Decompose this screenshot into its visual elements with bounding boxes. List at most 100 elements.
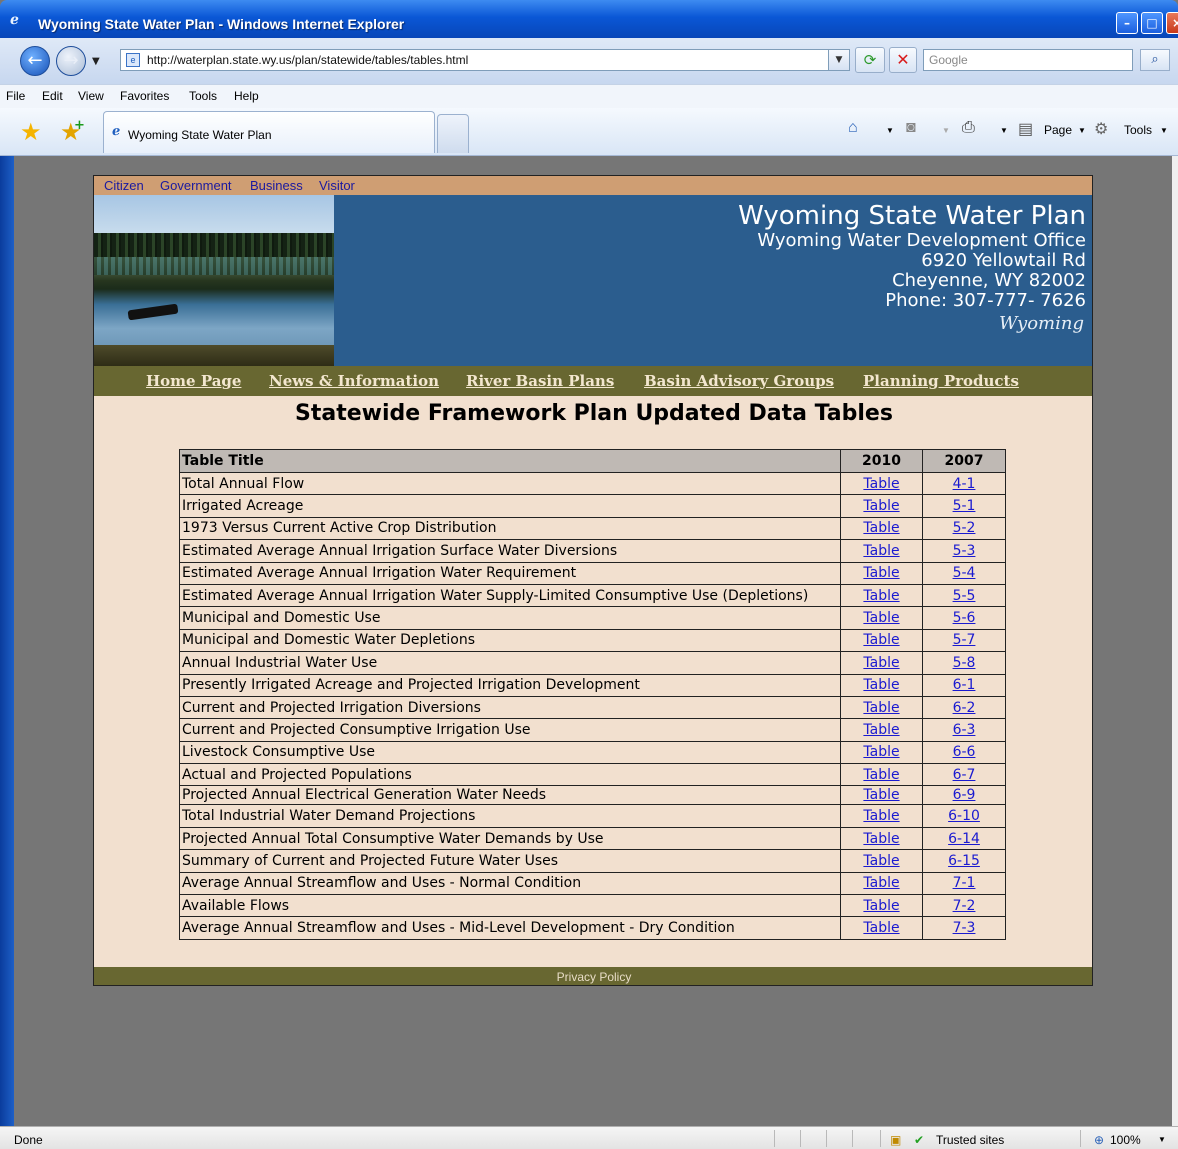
row-link-2010[interactable]: Table [840,651,923,675]
row-link-2007[interactable]: 6-15 [922,849,1006,873]
menu-help[interactable]: Help [234,89,259,103]
row-link-2007[interactable]: 6-3 [922,718,1006,742]
ie-logo-icon: ℯ [10,12,19,28]
row-link-2010[interactable]: Table [840,673,923,697]
menu-view[interactable]: View [78,89,104,103]
row-link-2007[interactable]: 6-9 [922,785,1006,806]
row-link-2007[interactable]: 6-10 [922,804,1006,828]
vertical-scrollbar[interactable] [1172,156,1178,1126]
stop-button[interactable]: ✕ [889,47,917,73]
row-link-2010[interactable]: Table [840,583,923,608]
row-link-2007[interactable]: 5-3 [922,539,1006,563]
row-link-2010[interactable]: Table [840,740,923,765]
zoom-dropdown-icon[interactable]: ▼ [1158,1135,1166,1144]
row-link-2010[interactable]: Table [840,628,923,653]
row-link-2007[interactable]: 5-5 [922,583,1006,608]
feeds-icon[interactable]: ◙ [906,119,916,137]
row-link-2007[interactable]: 6-2 [922,695,1006,720]
row-link-2007[interactable]: 7-1 [922,871,1006,896]
row-link-2010[interactable]: Table [840,718,923,742]
address-text: http://waterplan.state.wy.us/plan/statew… [147,53,469,67]
row-link-2007[interactable]: 5-1 [922,494,1006,518]
nav-citizen[interactable]: Citizen [104,178,144,193]
row-link-2010[interactable]: Table [840,695,923,720]
row-link-2007[interactable]: 5-6 [922,606,1006,630]
row-link-2010[interactable]: Table [840,826,923,851]
row-link-2010[interactable]: Table [840,894,923,918]
table-row: Estimated Average Annual Irrigation Surf… [179,539,1006,563]
row-link-2010[interactable]: Table [840,539,923,563]
row-link-2007[interactable]: 6-7 [922,763,1006,787]
recent-pages-dropdown-icon[interactable]: ▼ [92,56,100,67]
row-link-2010[interactable]: Table [840,471,923,496]
gear-icon[interactable]: ⚙ [1094,119,1108,139]
row-link-2010[interactable]: Table [840,516,923,541]
row-link-2007[interactable]: 6-6 [922,740,1006,765]
forward-button[interactable]: → [56,46,86,76]
row-link-2010[interactable]: Table [840,561,923,585]
nav-business[interactable]: Business [250,178,303,193]
menu-file[interactable]: File [6,89,25,103]
browser-window: ℯ Wyoming State Water Plan - Windows Int… [0,0,1178,1149]
row-link-2007[interactable]: 5-7 [922,628,1006,653]
zoom-level[interactable]: 100% [1110,1133,1141,1147]
row-link-2007[interactable]: 5-4 [922,561,1006,585]
row-link-2010[interactable]: Table [840,763,923,787]
row-link-2010[interactable]: Table [840,871,923,896]
table-row: Total Annual Flow Table 4-1 [179,471,1006,496]
new-tab-button[interactable] [437,114,469,153]
nav-home-page[interactable]: Home Page [146,372,241,390]
page-menu-icon[interactable]: ▤ [1018,119,1033,139]
security-zone[interactable]: Trusted sites [936,1133,1004,1147]
row-link-2007[interactable]: 7-2 [922,894,1006,918]
row-link-2007[interactable]: 7-3 [922,916,1006,940]
privacy-policy-link[interactable]: Privacy Policy [557,970,632,984]
feeds-dropdown-icon[interactable]: ▼ [942,126,950,135]
home-icon[interactable]: ⌂ [848,119,858,137]
row-link-2010[interactable]: Table [840,804,923,828]
row-link-2007[interactable]: 5-2 [922,516,1006,541]
page-dropdown-icon[interactable]: ▼ [1078,126,1086,135]
print-icon[interactable]: ⎙ [962,119,975,137]
nav-planning-products[interactable]: Planning Products [863,372,1019,390]
print-dropdown-icon[interactable]: ▼ [1000,126,1008,135]
row-title: Average Annual Streamflow and Uses - Mid… [179,916,841,940]
row-link-2010[interactable]: Table [840,849,923,873]
table-row: Livestock Consumptive Use Table 6-6 [179,740,1006,765]
row-link-2007[interactable]: 5-8 [922,651,1006,675]
search-input[interactable]: Google [923,49,1133,71]
row-link-2010[interactable]: Table [840,785,923,806]
refresh-button[interactable]: ⟳ [855,47,885,73]
row-link-2010[interactable]: Table [840,916,923,940]
search-button[interactable]: ⌕ [1140,49,1170,71]
row-link-2007[interactable]: 6-1 [922,673,1006,697]
tools-dropdown-icon[interactable]: ▼ [1160,126,1168,135]
minimize-button[interactable]: – [1116,12,1138,34]
add-favorite-icon[interactable]: ★ + [60,118,85,146]
home-dropdown-icon[interactable]: ▼ [886,126,894,135]
nav-government[interactable]: Government [160,178,232,193]
nav-visitor[interactable]: Visitor [319,178,355,193]
menu-edit[interactable]: Edit [42,89,63,103]
favorites-center-icon[interactable]: ★ [20,118,42,146]
row-link-2010[interactable]: Table [840,606,923,630]
address-dropdown-button[interactable]: ▼ [828,49,850,71]
row-link-2007[interactable]: 6-14 [922,826,1006,851]
back-button[interactable]: ← [20,46,50,76]
address-bar[interactable]: e http://waterplan.state.wy.us/plan/stat… [120,49,850,71]
row-title: Current and Projected Consumptive Irriga… [179,718,841,742]
nav-news[interactable]: News & Information [269,372,439,390]
close-button[interactable]: × [1166,12,1178,34]
tools-menu-button[interactable]: Tools [1124,123,1152,137]
nav-river-basin-plans[interactable]: River Basin Plans [466,372,614,390]
page-menu-button[interactable]: Page [1044,123,1072,137]
zoom-icon[interactable]: ⊕ [1094,1133,1104,1147]
tab-wyoming-water-plan[interactable]: ℯ Wyoming State Water Plan [103,111,435,153]
maximize-button[interactable]: □ [1141,12,1163,34]
nav-basin-advisory-groups[interactable]: Basin Advisory Groups [644,372,834,390]
row-link-2007[interactable]: 4-1 [922,471,1006,496]
menu-tools[interactable]: Tools [189,89,217,103]
row-link-2010[interactable]: Table [840,494,923,518]
menu-favorites[interactable]: Favorites [120,89,169,103]
table-row: Estimated Average Annual Irrigation Wate… [179,561,1006,585]
